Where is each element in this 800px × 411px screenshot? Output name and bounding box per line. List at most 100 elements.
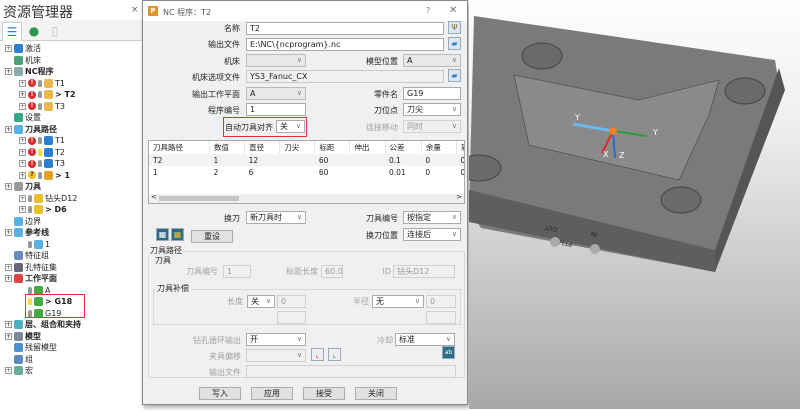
lightbulb-icon[interactable] (28, 240, 32, 248)
tree-item[interactable]: + 层、组合和夹持 (5, 319, 81, 330)
tree-item[interactable]: + 孔特征集 (5, 262, 57, 273)
abc-123-icon[interactable]: ab (442, 346, 455, 359)
tree-item[interactable]: 边界 (5, 216, 41, 227)
toolpath-table[interactable]: 刀具路径数值直径刀尖标距伸出公差余量轴T2112600.100126600.01… (148, 140, 465, 204)
table-row[interactable]: 1 2 6 60 0.01 0 0. (149, 166, 464, 178)
workplane-add-icon[interactable]: ⌞ (328, 348, 341, 361)
expand-icon[interactable]: + (5, 332, 12, 340)
expand-icon[interactable]: + (19, 91, 26, 98)
tree-item[interactable]: + 激活 (5, 43, 41, 54)
expand-icon[interactable]: + (19, 137, 26, 144)
tree-item[interactable]: 残留模型 (5, 342, 57, 353)
tree-item[interactable]: 设置 (5, 112, 41, 123)
column-header[interactable]: 刀具路径 (149, 141, 211, 154)
output-file-input[interactable]: E:\NC\{ncprogram}.nc (246, 38, 444, 51)
reset-button[interactable]: 重设 (191, 230, 233, 243)
column-header[interactable]: 刀尖 (279, 141, 316, 154)
tree-item[interactable]: 1 (19, 239, 50, 250)
name-input[interactable]: T2 (246, 22, 444, 35)
open-folder-icon[interactable]: ▰ (448, 37, 461, 50)
lightbulb-icon[interactable] (38, 148, 42, 156)
tree-item[interactable]: +! T3 (19, 101, 65, 112)
lightbulb-icon[interactable] (28, 286, 32, 294)
expand-icon[interactable]: + (19, 148, 26, 156)
expand-icon[interactable]: + (5, 321, 12, 328)
tree-item[interactable]: + 刀具路径 (5, 124, 57, 135)
expand-icon[interactable]: + (5, 275, 12, 282)
expand-icon[interactable]: + (5, 183, 12, 190)
help-button[interactable]: ? (426, 6, 430, 15)
auto-align-select[interactable]: 关 ∨ (276, 120, 305, 133)
expand-icon[interactable]: + (19, 79, 26, 87)
expand-icon[interactable]: + (19, 171, 26, 179)
write-button[interactable]: 写入 (199, 387, 241, 400)
tree-item[interactable]: + 刀具 (5, 181, 41, 192)
3d-viewport[interactable]: Y Y X Z OUT IN PT1/8 (456, 0, 800, 409)
radius-select[interactable]: 无 ∨ (372, 295, 424, 308)
expand-icon[interactable]: + (5, 367, 12, 374)
tree-item[interactable]: 特征组 (5, 250, 49, 261)
tree-item[interactable]: + > D6 (19, 204, 67, 215)
tree-item[interactable]: + 宏 (5, 365, 33, 376)
output-workplane-select[interactable]: A ∨ (246, 87, 306, 100)
expand-icon[interactable]: + (5, 263, 12, 271)
drill-cycle-select[interactable]: 开 ∨ (246, 333, 306, 346)
scrollbar-thumb[interactable] (159, 196, 239, 201)
machine-select[interactable]: ∨ (246, 54, 306, 67)
tree-item[interactable]: + 模型 (5, 331, 41, 342)
lightbulb-icon[interactable] (38, 102, 42, 110)
column-header[interactable]: 数值 (209, 141, 246, 154)
tree-item[interactable]: +! > T2 (19, 89, 76, 100)
connect-move-select[interactable]: 同时 ∨ (403, 120, 461, 133)
tree-item[interactable]: + 钻头D12 (19, 193, 77, 204)
table-row[interactable]: T2 1 12 60 0.1 0 0 (149, 154, 464, 166)
expand-icon[interactable]: + (19, 194, 26, 202)
tree-item[interactable]: + NC程序 (5, 66, 54, 77)
explorer-close-button[interactable]: × (131, 5, 139, 15)
calculator-icon[interactable]: ▦ (156, 228, 169, 241)
model-location-select[interactable]: A ∨ (403, 54, 461, 67)
tree-item[interactable]: + 工作平面 (5, 273, 57, 284)
tool-number-select[interactable]: 按指定 ∨ (403, 211, 461, 224)
column-header[interactable]: 标距 (314, 141, 351, 154)
fixture-offset-select[interactable]: ∨ (246, 349, 306, 362)
expand-icon[interactable]: + (19, 160, 26, 167)
tool-settings-icon[interactable]: Ψ (448, 21, 461, 34)
lightbulb-icon[interactable] (38, 137, 42, 144)
column-header[interactable]: 公差 (385, 141, 422, 154)
coolant-select[interactable]: 标准 ∨ (395, 333, 455, 346)
program-number-input[interactable]: 1 (246, 103, 306, 116)
lightbulb-icon[interactable] (38, 91, 42, 98)
open-folder-icon[interactable]: ▰ (448, 69, 461, 82)
close-button[interactable]: 关闭 (355, 387, 397, 400)
tree-item[interactable]: 组 (5, 354, 33, 365)
tree-item[interactable]: +! T2 (19, 147, 65, 158)
machine-option-input[interactable]: YS3_Fanuc_CX (246, 70, 444, 83)
trash-icon[interactable]: ▯ (45, 22, 65, 41)
column-header[interactable]: 轴 (456, 141, 464, 154)
lightbulb-icon[interactable] (38, 160, 42, 167)
column-header[interactable]: 直径 (244, 141, 281, 154)
lightbulb-icon[interactable] (28, 206, 32, 213)
horizontal-scrollbar[interactable]: < > (149, 193, 464, 203)
tree-tab-icon[interactable]: ☰ (2, 22, 22, 41)
tool-change-select[interactable]: 新刀具时 ∨ (246, 211, 306, 224)
tree-item[interactable]: + 参考线 (5, 227, 49, 238)
workplane-offset-icon[interactable]: ⌞ (311, 348, 324, 361)
close-icon[interactable]: ✕ (449, 5, 457, 16)
calculator-edit-icon[interactable]: ▦ (171, 228, 184, 241)
tree-item[interactable]: +? > 1 (19, 170, 70, 181)
expand-icon[interactable]: + (19, 206, 26, 213)
expand-icon[interactable]: + (5, 45, 12, 52)
column-header[interactable]: 余量 (421, 141, 457, 154)
lightbulb-icon[interactable] (38, 171, 42, 179)
globe-tab-icon[interactable]: ● (24, 22, 44, 41)
tree-item[interactable]: +! T1 (19, 78, 65, 89)
tree-item[interactable]: +! T1 (19, 135, 65, 146)
tree-item[interactable]: 机床 (5, 55, 41, 66)
length-select[interactable]: 关 ∨ (247, 295, 275, 308)
lightbulb-icon[interactable] (38, 79, 42, 87)
expand-icon[interactable]: + (19, 102, 26, 110)
scroll-left-button[interactable]: < (151, 193, 157, 201)
part-name-input[interactable]: G19 (403, 87, 461, 100)
